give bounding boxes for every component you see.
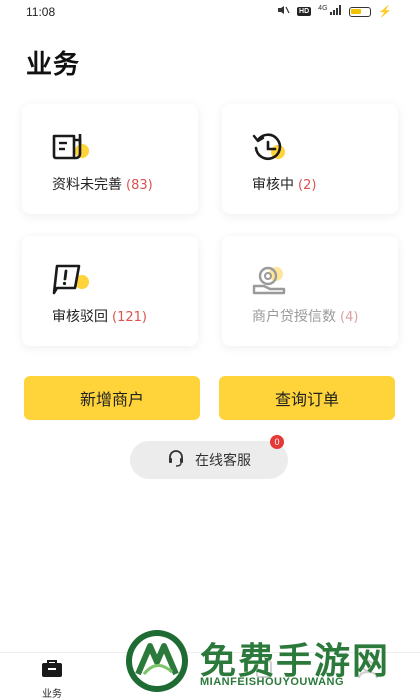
card-rejected[interactable]: 审核驳回 (121) bbox=[22, 236, 198, 346]
nav-item-business[interactable]: 业务 bbox=[32, 659, 72, 700]
page-title: 业务 bbox=[26, 50, 81, 80]
card-incomplete-info[interactable]: 资料未完善 (83) bbox=[22, 104, 198, 214]
card-title: 商户贷授信数 bbox=[252, 309, 336, 325]
document-alert-icon bbox=[50, 130, 90, 164]
battery-icon bbox=[349, 6, 372, 17]
card-label: 审核驳回 (121) bbox=[52, 306, 147, 326]
nav-item-profile[interactable] bbox=[348, 659, 388, 682]
card-title: 审核驳回 bbox=[52, 309, 108, 325]
nav-item-middle[interactable] bbox=[244, 659, 284, 682]
user-icon bbox=[357, 660, 379, 682]
reject-alert-icon bbox=[50, 262, 90, 296]
card-title: 审核中 bbox=[252, 177, 294, 193]
online-service-label: 在线客服 bbox=[195, 453, 251, 469]
signal-icon: 4G bbox=[318, 5, 342, 18]
charging-icon: ⚡ bbox=[378, 6, 392, 18]
status-time: 11:08 bbox=[26, 5, 56, 19]
briefcase-icon bbox=[40, 660, 64, 682]
query-order-button[interactable]: 查询订单 bbox=[219, 376, 395, 420]
hd-badge: HD bbox=[297, 7, 312, 16]
card-title: 资料未完善 bbox=[52, 177, 122, 193]
clock-rewind-icon bbox=[250, 130, 290, 164]
calculator-icon bbox=[253, 660, 275, 682]
card-count: (4) bbox=[340, 310, 359, 325]
card-count: (2) bbox=[298, 178, 317, 193]
bottom-nav: 业务 bbox=[0, 652, 420, 700]
card-count: (121) bbox=[112, 310, 147, 325]
status-icons: HD 4G ⚡ bbox=[276, 5, 392, 18]
card-label: 资料未完善 (83) bbox=[52, 174, 153, 194]
online-service-button[interactable]: 在线客服 0 bbox=[130, 435, 288, 479]
card-count: (83) bbox=[126, 178, 153, 193]
card-merchant-loan-credit[interactable]: 商户贷授信数 (4) bbox=[222, 236, 398, 346]
card-under-review[interactable]: 审核中 (2) bbox=[222, 104, 398, 214]
mute-icon bbox=[276, 5, 290, 18]
headset-icon bbox=[167, 449, 185, 471]
notification-badge: 0 bbox=[270, 435, 284, 449]
card-label: 审核中 (2) bbox=[252, 174, 316, 194]
add-merchant-button[interactable]: 新增商户 bbox=[24, 376, 200, 420]
nav-label-business: 业务 bbox=[42, 689, 62, 700]
credit-coin-icon bbox=[250, 262, 290, 296]
signal-label: 4G bbox=[318, 5, 328, 12]
status-bar: 11:08 HD 4G ⚡ bbox=[0, 0, 420, 24]
card-label: 商户贷授信数 (4) bbox=[252, 306, 358, 326]
